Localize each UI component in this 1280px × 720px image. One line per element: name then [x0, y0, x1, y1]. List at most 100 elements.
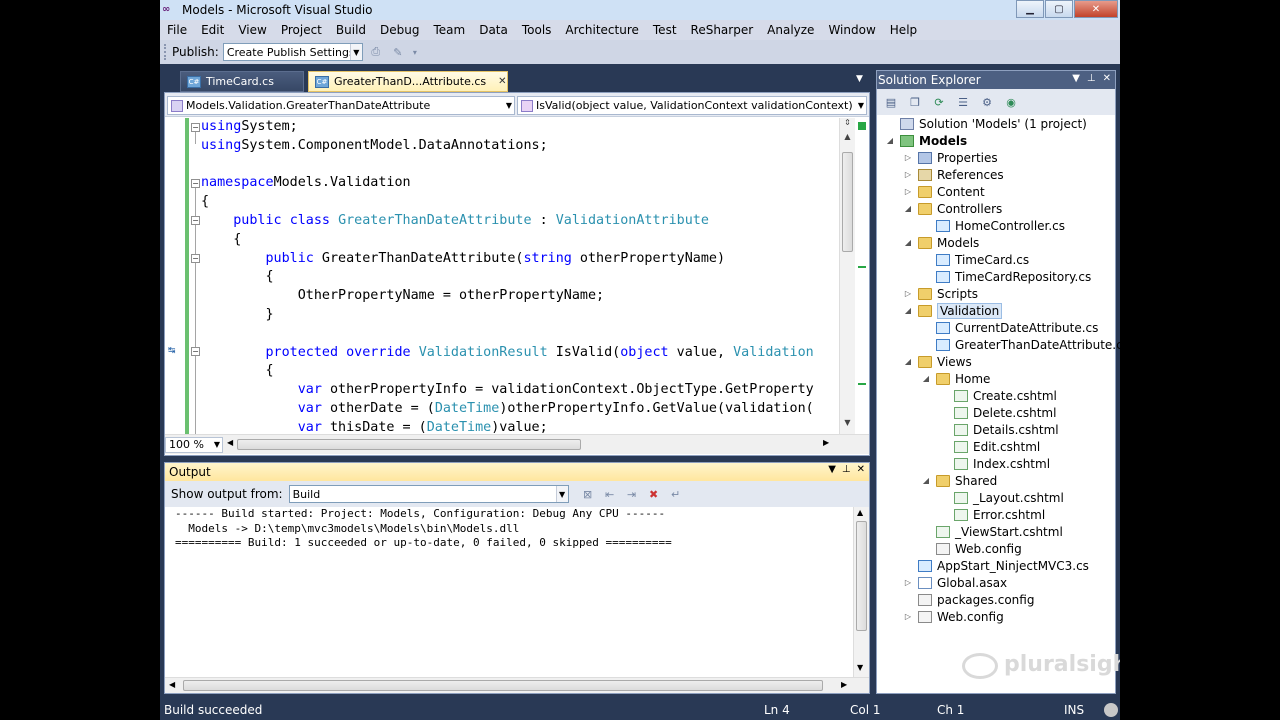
word-wrap-icon[interactable]: ↵: [667, 485, 685, 503]
tree-node[interactable]: ◢ Home: [921, 370, 991, 387]
collapse-arrow-icon[interactable]: ◢: [903, 306, 913, 315]
window-position-icon[interactable]: ▼: [828, 464, 836, 475]
tree-node[interactable]: _ViewStart.cshtml: [921, 523, 1063, 540]
menu-data[interactable]: Data: [472, 23, 515, 37]
menu-analyze[interactable]: Analyze: [760, 23, 821, 37]
scroll-left-icon[interactable]: ◀: [169, 680, 175, 689]
copy-website-icon[interactable]: ◉: [1001, 93, 1021, 111]
tree-node[interactable]: CurrentDateAttribute.cs: [921, 319, 1098, 336]
collapse-arrow-icon[interactable]: ◢: [885, 136, 895, 145]
tree-node[interactable]: Error.cshtml: [939, 506, 1045, 523]
tree-node[interactable]: ▷ Content: [903, 183, 985, 200]
scroll-down-icon[interactable]: ▼: [857, 663, 863, 672]
find-message-icon[interactable]: ⊠: [579, 485, 597, 503]
close-tab-icon[interactable]: ✕: [498, 76, 506, 87]
pin-icon[interactable]: ⊥: [842, 464, 851, 475]
scroll-right-icon[interactable]: ▶: [841, 680, 847, 689]
collapse-toggle-icon[interactable]: −: [191, 347, 200, 356]
type-dropdown[interactable]: Models.Validation.GreaterThanDateAttribu…: [167, 96, 515, 115]
tree-node[interactable]: Delete.cshtml: [939, 404, 1056, 421]
collapse-toggle-icon[interactable]: −: [191, 123, 200, 132]
collapse-arrow-icon[interactable]: ◢: [921, 476, 931, 485]
expand-arrow-icon[interactable]: ▷: [903, 187, 913, 196]
code-text-area[interactable]: ↹ − − − − − usingSystem; usingSystem.Comp…: [165, 118, 839, 434]
tree-node[interactable]: ◢ Shared: [921, 472, 997, 489]
output-vertical-scrollbar[interactable]: ▲ ▼: [853, 507, 869, 677]
tree-node[interactable]: ◢ Controllers: [903, 200, 1002, 217]
tree-node[interactable]: ▷ Web.config: [903, 608, 1004, 625]
menu-edit[interactable]: Edit: [194, 23, 231, 37]
editor-horizontal-scrollbar[interactable]: 100 % ▼ ◀ ▶: [165, 434, 869, 454]
tree-node[interactable]: ▷ Global.asax: [903, 574, 1007, 591]
menu-team[interactable]: Team: [426, 23, 472, 37]
output-source-combo[interactable]: Build ▼: [288, 485, 569, 503]
tab-greaterthandateattribute[interactable]: C# GreaterThanD...Attribute.cs ✕: [308, 71, 508, 92]
no-errors-indicator[interactable]: [858, 122, 866, 130]
toolbar-grip[interactable]: [164, 44, 168, 60]
menu-tools[interactable]: Tools: [515, 23, 559, 37]
expand-arrow-icon[interactable]: ▷: [903, 153, 913, 162]
collapse-arrow-icon[interactable]: ◢: [903, 204, 913, 213]
menu-test[interactable]: Test: [646, 23, 684, 37]
next-message-icon[interactable]: ⇥: [623, 485, 641, 503]
scrollbar-thumb[interactable]: [237, 439, 581, 450]
close-panel-icon[interactable]: ✕: [857, 464, 865, 475]
collapse-toggle-icon[interactable]: −: [191, 216, 200, 225]
tree-node[interactable]: packages.config: [903, 591, 1034, 608]
toolbar-overflow-icon[interactable]: ▾: [411, 43, 419, 61]
menu-window[interactable]: Window: [821, 23, 882, 37]
tree-node[interactable]: Index.cshtml: [939, 455, 1050, 472]
tree-node[interactable]: GreaterThanDateAttribute.cs: [921, 336, 1120, 353]
output-text[interactable]: ------ Build started: Project: Models, C…: [165, 507, 853, 675]
scroll-left-icon[interactable]: ◀: [227, 438, 233, 447]
tree-node[interactable]: AppStart_NinjectMVC3.cs: [903, 557, 1089, 574]
tree-node[interactable]: ◢ Views: [903, 353, 972, 370]
resharper-gutter-icon[interactable]: ↹: [168, 346, 176, 356]
tree-node[interactable]: _Layout.cshtml: [939, 489, 1064, 506]
minimize-button[interactable]: ▁: [1016, 0, 1044, 18]
tree-node[interactable]: Solution 'Models' (1 project): [885, 115, 1087, 132]
tree-node[interactable]: ▷ Properties: [903, 149, 998, 166]
publish-settings-combo[interactable]: Create Publish Settings ▼: [222, 43, 363, 61]
window-position-icon[interactable]: ▼: [1072, 73, 1080, 84]
expand-arrow-icon[interactable]: ▷: [903, 170, 913, 179]
menu-file[interactable]: File: [160, 23, 194, 37]
active-files-dropdown-icon[interactable]: ▼: [856, 74, 863, 84]
tree-node[interactable]: ◢ Validation: [903, 302, 1003, 319]
menu-architecture[interactable]: Architecture: [558, 23, 645, 37]
publish-settings-icon[interactable]: ✎: [389, 43, 407, 61]
tree-node[interactable]: ▷ References: [903, 166, 1004, 183]
expand-arrow-icon[interactable]: ▷: [903, 578, 913, 587]
previous-message-icon[interactable]: ⇤: [601, 485, 619, 503]
menu-build[interactable]: Build: [329, 23, 373, 37]
tree-node[interactable]: TimeCard.cs: [921, 251, 1029, 268]
collapse-toggle-icon[interactable]: −: [191, 254, 200, 263]
editor-vertical-scrollbar[interactable]: ⇕ ▲ ▼: [839, 118, 855, 434]
menu-resharper[interactable]: ReSharper: [684, 23, 761, 37]
collapse-arrow-icon[interactable]: ◢: [921, 374, 931, 383]
tree-node[interactable]: Web.config: [921, 540, 1022, 557]
refresh-icon[interactable]: ⟳: [929, 93, 949, 111]
output-horizontal-scrollbar[interactable]: ◀ ▶: [165, 677, 869, 693]
tree-node[interactable]: ▷ Scripts: [903, 285, 978, 302]
split-editor-icon[interactable]: ⇕: [840, 118, 855, 132]
menu-help[interactable]: Help: [883, 23, 924, 37]
publish-web-icon[interactable]: ⎙: [367, 43, 385, 61]
expand-arrow-icon[interactable]: ▷: [903, 612, 913, 621]
scroll-up-icon[interactable]: ▲: [857, 508, 863, 517]
menu-project[interactable]: Project: [274, 23, 329, 37]
change-marker[interactable]: [858, 383, 866, 385]
clear-all-icon[interactable]: ✖: [645, 485, 663, 503]
tab-timecard[interactable]: C# TimeCard.cs: [180, 71, 304, 92]
tree-node[interactable]: TimeCardRepository.cs: [921, 268, 1091, 285]
member-dropdown[interactable]: IsValid(object value, ValidationContext …: [517, 96, 867, 115]
scroll-up-icon[interactable]: ▲: [840, 132, 855, 146]
view-code-icon[interactable]: ☰: [953, 93, 973, 111]
tree-node[interactable]: HomeController.cs: [921, 217, 1065, 234]
close-panel-icon[interactable]: ✕: [1103, 73, 1111, 84]
indicator-margin[interactable]: [165, 118, 185, 434]
expand-arrow-icon[interactable]: ▷: [903, 289, 913, 298]
scrollbar-thumb[interactable]: [842, 152, 853, 252]
tree-node[interactable]: Edit.cshtml: [939, 438, 1040, 455]
zoom-combo[interactable]: 100 % ▼: [165, 436, 223, 453]
